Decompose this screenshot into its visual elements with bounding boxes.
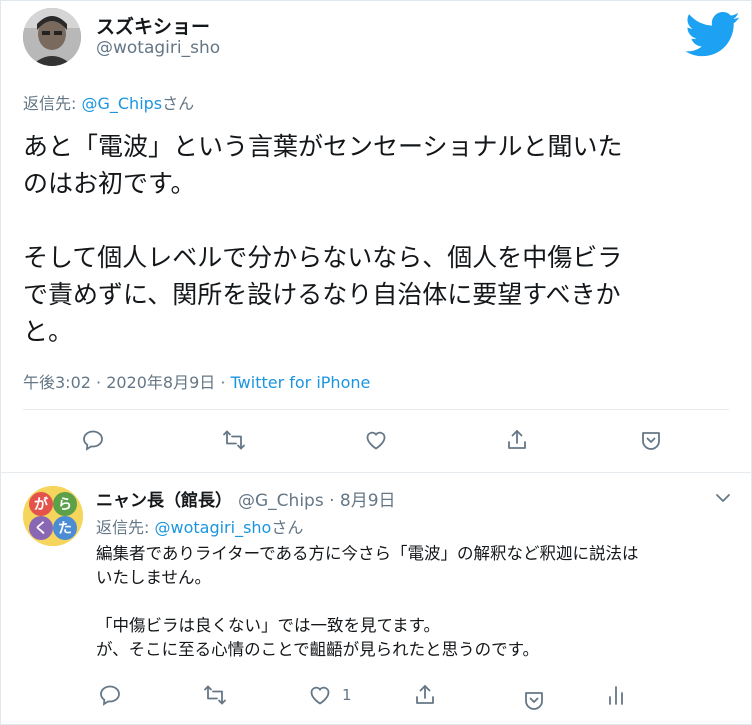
like-icon xyxy=(310,686,330,705)
reply-context: 返信先: @G_Chipsさん xyxy=(23,90,194,114)
avatar-char: く xyxy=(34,521,48,537)
tweet-timestamp[interactable]: 午後3:02 · 2020年8月9日 · xyxy=(23,373,231,392)
bookmark-button[interactable] xyxy=(637,426,665,454)
avatar-char: ら xyxy=(58,497,72,513)
bookmark-icon xyxy=(525,692,543,710)
share-button[interactable] xyxy=(503,426,531,454)
reply-date[interactable]: · 8月9日 xyxy=(324,491,395,511)
twitter-bird-icon[interactable] xyxy=(685,12,741,58)
reply-icon xyxy=(83,430,103,451)
analytics-icon xyxy=(609,686,623,705)
author-handle[interactable]: @wotagiri_sho xyxy=(96,38,220,58)
like-icon xyxy=(366,431,386,450)
reply-suffix: さん xyxy=(162,94,195,113)
chevron-down-icon[interactable] xyxy=(713,488,733,508)
avatar-char: た xyxy=(58,521,72,537)
tweet-metadata: 午後3:02 · 2020年8月9日 · Twitter for iPhone xyxy=(23,369,370,393)
divider xyxy=(0,472,752,473)
divider xyxy=(23,409,729,410)
author-display-name[interactable]: スズキショー xyxy=(96,12,210,39)
reply-mention-link[interactable]: @wotagiri_sho xyxy=(154,518,271,537)
tweet-source-link[interactable]: Twitter for iPhone xyxy=(231,373,371,392)
share-icon xyxy=(508,430,526,449)
reply-button[interactable] xyxy=(96,681,124,709)
reply-prefix: 返信先: xyxy=(23,94,82,113)
share-button[interactable] xyxy=(411,681,439,709)
reply-header: ニャン長（館長） @G_Chips · 8月9日 xyxy=(96,486,396,511)
reply-context: 返信先: @wotagiri_shoさん xyxy=(96,514,303,538)
like-button[interactable] xyxy=(362,426,390,454)
reply-button[interactable] xyxy=(79,426,107,454)
bookmark-icon xyxy=(642,432,660,450)
bookmark-button[interactable] xyxy=(520,686,548,714)
analytics-button[interactable] xyxy=(602,681,630,709)
reply-mention-link[interactable]: @G_Chips xyxy=(81,94,162,113)
retweet-button[interactable] xyxy=(201,681,229,709)
retweet-button[interactable] xyxy=(220,426,248,454)
reply-icon xyxy=(100,685,120,706)
avatar-char: が xyxy=(34,496,49,513)
reply-prefix: 返信先: xyxy=(96,518,155,537)
reply-author-display-name[interactable]: ニャン長（館長） xyxy=(96,491,232,511)
reply-text: 編集者でありライターである方に今さら「電波」の解釈など釈迦に説法は いたしません… xyxy=(96,544,639,659)
like-button[interactable] xyxy=(306,681,334,709)
reply-author-handle[interactable]: @G_Chips xyxy=(238,491,324,511)
retweet-icon xyxy=(204,685,226,705)
tweet-text: あと「電波」という言葉がセンセーショナルと聞いた のはお初です。 そして個人レベ… xyxy=(23,132,623,346)
avatar[interactable] xyxy=(23,8,81,66)
reply-avatar[interactable]: が ら く た xyxy=(23,486,83,546)
like-count: 1 xyxy=(342,686,352,704)
retweet-icon xyxy=(223,430,245,450)
share-icon xyxy=(416,685,434,704)
reply-suffix: さん xyxy=(271,518,304,537)
